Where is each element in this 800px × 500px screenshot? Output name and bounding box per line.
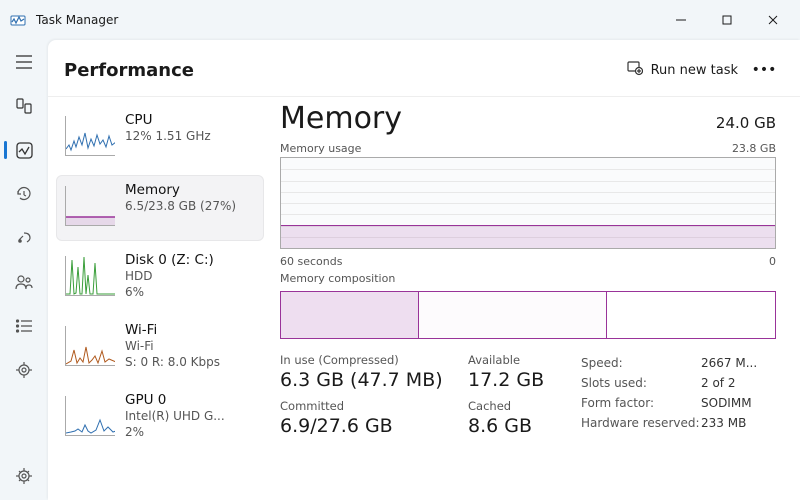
sidebar-item-wifi[interactable]: Wi-FiWi-FiS: 0 R: 8.0 Kbps [56, 315, 264, 381]
app-icon [10, 12, 26, 28]
wifi-sparkline-icon [65, 326, 115, 366]
close-button[interactable] [750, 4, 796, 36]
sidebar-item-cpu[interactable]: CPU12% 1.51 GHz [56, 105, 264, 171]
gpu-sparkline-icon [65, 396, 115, 436]
nav-services[interactable] [4, 352, 44, 388]
nav-startup-apps[interactable] [4, 220, 44, 256]
disk-sparkline-icon [65, 256, 115, 296]
speed-label: Speed: [581, 353, 701, 373]
form-label: Form factor: [581, 393, 701, 413]
memory-detail-panel: Memory 24.0 GB Memory usage 23.8 GB 60 s… [268, 97, 800, 500]
speed-value: 2667 M... [701, 353, 757, 373]
memory-usage-chart [280, 157, 776, 249]
title-bar: Task Manager [0, 0, 800, 40]
composition-label: Memory composition [280, 272, 395, 285]
cached-label: Cached [468, 399, 573, 413]
run-new-task-button[interactable]: Run new task [621, 56, 744, 84]
cpu-sparkline-icon [65, 116, 115, 156]
detail-title: Memory [280, 101, 402, 136]
run-task-icon [627, 60, 643, 80]
form-value: SODIMM [701, 393, 752, 413]
memory-composition-chart [280, 291, 776, 339]
hwres-label: Hardware reserved: [581, 413, 701, 433]
page-title: Performance [64, 60, 194, 81]
usage-max: 23.8 GB [732, 142, 776, 155]
hwres-value: 233 MB [701, 413, 746, 433]
nav-performance[interactable] [4, 132, 44, 168]
sidebar-item-disk[interactable]: Disk 0 (Z: C:)HDD6% [56, 245, 264, 311]
slots-value: 2 of 2 [701, 373, 735, 393]
nav-users[interactable] [4, 264, 44, 300]
nav-settings[interactable] [4, 458, 44, 494]
nav-details[interactable] [4, 308, 44, 344]
nav-rail [0, 40, 48, 500]
memory-total: 24.0 GB [716, 114, 776, 132]
nav-app-history[interactable] [4, 176, 44, 212]
available-label: Available [468, 353, 573, 367]
page-header: Performance Run new task ••• [48, 40, 800, 97]
x-axis-right: 0 [769, 255, 776, 268]
available-value: 17.2 GB [468, 369, 573, 391]
cached-value: 8.6 GB [468, 415, 573, 437]
inuse-label: In use (Compressed) [280, 353, 460, 367]
performance-sidebar: CPU12% 1.51 GHz Memory6.5/23.8 GB (27%) … [48, 97, 268, 500]
run-task-label: Run new task [651, 63, 738, 78]
maximize-button[interactable] [704, 4, 750, 36]
window-title: Task Manager [36, 13, 118, 27]
committed-label: Committed [280, 399, 460, 413]
more-button[interactable]: ••• [748, 62, 780, 78]
committed-value: 6.9/27.6 GB [280, 415, 460, 437]
minimize-button[interactable] [658, 4, 704, 36]
memory-sparkline-icon [65, 186, 115, 226]
sidebar-item-gpu[interactable]: GPU 0Intel(R) UHD G...2% [56, 385, 264, 451]
usage-label: Memory usage [280, 142, 361, 155]
sidebar-item-memory[interactable]: Memory6.5/23.8 GB (27%) [56, 175, 264, 241]
inuse-value: 6.3 GB (47.7 MB) [280, 369, 460, 391]
nav-processes[interactable] [4, 88, 44, 124]
slots-label: Slots used: [581, 373, 701, 393]
hamburger-icon[interactable] [4, 44, 44, 80]
x-axis-left: 60 seconds [280, 255, 342, 268]
